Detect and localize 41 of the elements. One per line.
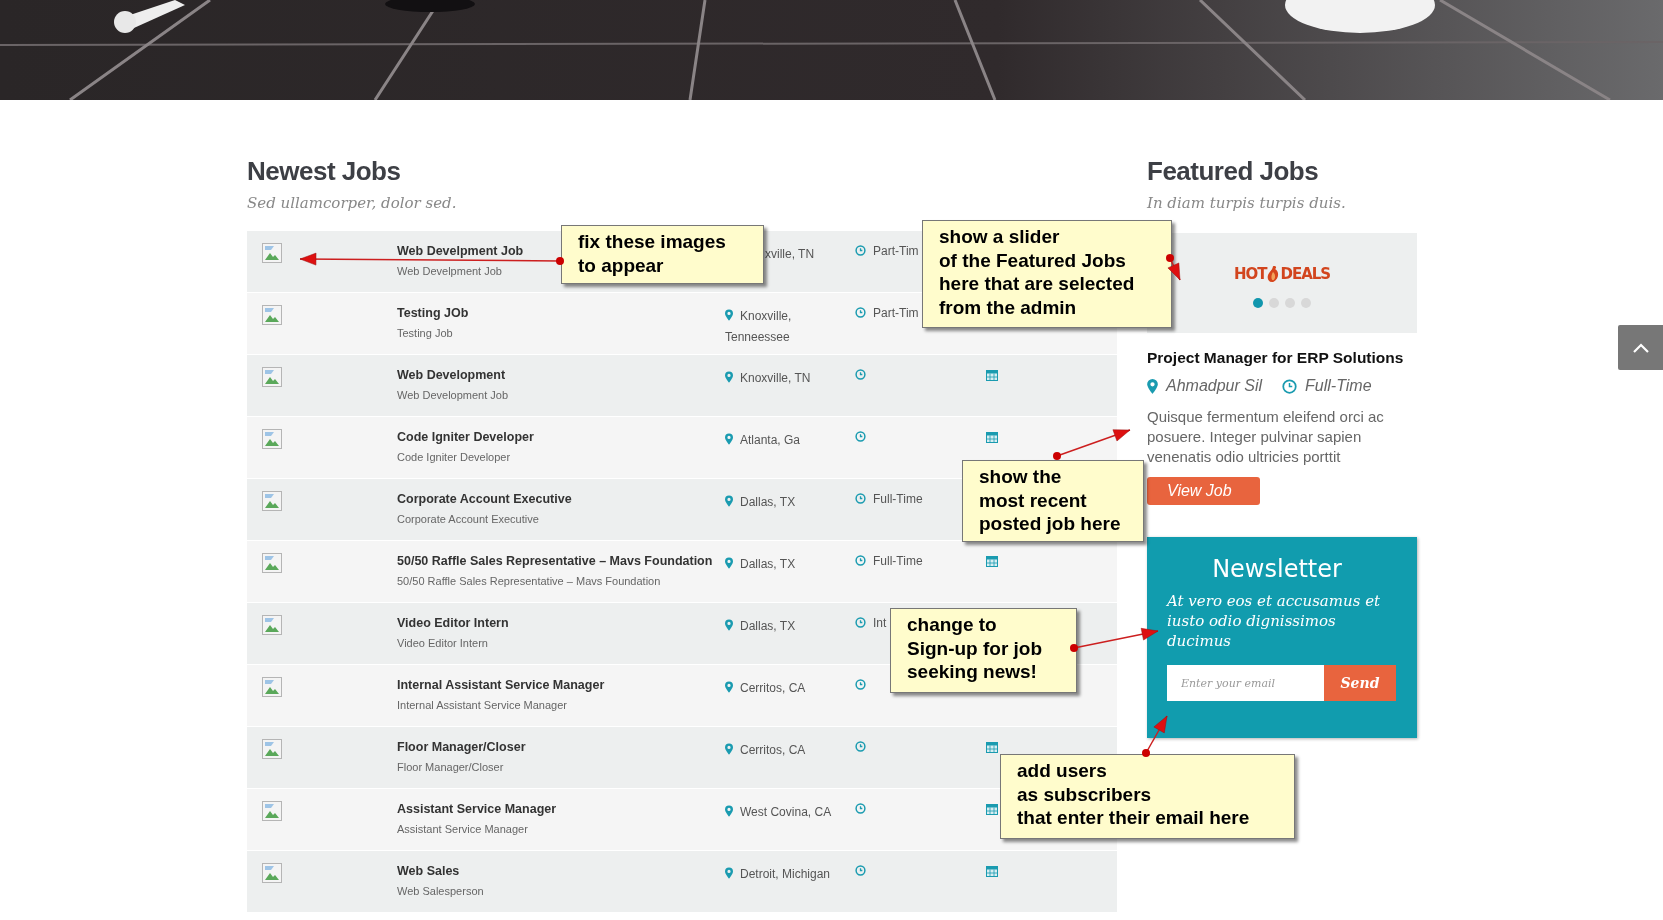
job-location: Detroit, Michigan: [740, 867, 831, 881]
section-heading: Newest Jobs: [247, 156, 402, 186]
featured-job-location: Ahmadpur Sil: [1166, 377, 1263, 395]
job-type: Int: [873, 615, 887, 631]
job-type: Part-Tim: [873, 305, 919, 321]
job-subtitle: Video Editor Intern: [397, 636, 488, 650]
job-subtitle: Web Develpment Job: [397, 264, 502, 278]
job-subtitle: 50/50 Raffle Sales Representative – Mavs Foundation: [397, 574, 661, 588]
job-subtitle: Internal Assistant Service Manager: [397, 698, 567, 712]
job-subtitle: Assistant Service Manager: [397, 822, 528, 836]
section-heading: Featured Jobs: [1147, 156, 1320, 186]
job-location: Atlanta, Ga: [740, 433, 801, 447]
job-location: Cerritos, CA: [740, 681, 806, 695]
job-subtitle: Code Igniter Developer: [397, 450, 511, 464]
job-subtitle: Floor Manager/Closer: [397, 760, 504, 774]
job-location: Knoxville, TN: [740, 371, 811, 385]
job-type: Full-Time: [873, 553, 923, 569]
job-location: Dallas, TX: [740, 495, 796, 509]
featured-job-type: Full-Time: [1305, 377, 1372, 395]
job-type: Full-Time: [873, 491, 923, 507]
job-type: Part-Tim: [873, 243, 919, 259]
newsletter-text: At vero eos et accusamus et iusto odio dignissimos ducimus: [1167, 591, 1382, 651]
job-location: Cerritos, CA: [740, 743, 806, 757]
company-logo: HOT DEALS: [1233, 264, 1331, 284]
featured-job-description: Quisque fermentum eleifend orci ac posuere. Integer pulvinar sapien venenatis odio ultricies porttit: [1147, 407, 1385, 467]
job-location: West Covina, CA: [740, 805, 832, 819]
annotation-tooltip: change to Sign-up for job seeking news!: [890, 608, 1077, 693]
annotation-tooltip: show the most recent posted job here: [962, 460, 1144, 542]
annotation-tooltip: fix these images to appear: [561, 225, 764, 284]
job-location: Dallas, TX: [740, 557, 796, 571]
section-subtitle: In diam turpis turpis duis.: [1147, 194, 1347, 214]
newsletter-title: Newsletter: [1211, 555, 1343, 583]
job-subtitle: Web Development Job: [397, 388, 509, 402]
job-location: Knoxville, Tenneessee: [725, 309, 792, 344]
annotation-tooltip: add users as subscribers that enter their email here: [1000, 754, 1295, 839]
annotation-tooltip: show a slider of the Featured Jobs here that are selected from the admin: [922, 220, 1172, 328]
job-location: Dallas, TX: [740, 619, 796, 633]
job-subtitle: Corporate Account Executive: [397, 512, 539, 526]
section-subtitle: Sed ullamcorper, dolor sed.: [247, 194, 458, 214]
job-subtitle: Web Salesperson: [397, 884, 484, 898]
job-subtitle: Testing Job: [397, 326, 453, 340]
